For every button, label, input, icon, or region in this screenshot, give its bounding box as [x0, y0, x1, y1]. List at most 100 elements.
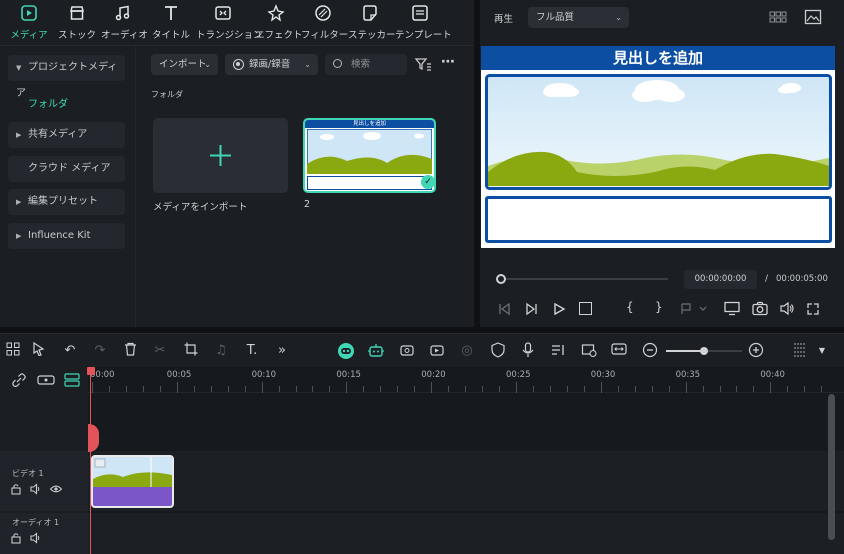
canvas-text-box[interactable]: [485, 196, 832, 243]
snapshot-frame-icon[interactable]: [580, 342, 598, 360]
sidebar-item-influence-kit[interactable]: ▶ Influence Kit: [8, 223, 125, 249]
zoom-slider-handle[interactable]: [700, 347, 708, 355]
marker-dropdown-icon[interactable]: [680, 302, 708, 316]
video-track-label: ビデオ 1: [12, 469, 44, 478]
ai-video-icon[interactable]: [428, 342, 446, 360]
layout-grid-icon[interactable]: [4, 342, 22, 360]
tab-stock[interactable]: ストック: [56, 4, 98, 44]
video-clip[interactable]: [91, 455, 174, 508]
playback-progress-track[interactable]: [500, 278, 668, 280]
lock-icon[interactable]: [10, 483, 22, 495]
tab-template[interactable]: テンプレート: [395, 4, 452, 44]
ruler-tick-mark: [651, 386, 653, 392]
zoom-out-icon[interactable]: [641, 342, 659, 360]
ai-robot-icon[interactable]: [367, 342, 385, 360]
playhead-handle[interactable]: [87, 367, 95, 375]
mark-out-icon[interactable]: }: [655, 300, 663, 314]
magnetic-track-icon[interactable]: [64, 372, 80, 388]
chevron-down-icon: ⌄: [304, 60, 311, 69]
grid-view-icon[interactable]: [769, 10, 787, 24]
timeline-vertical-scrollbar[interactable]: [828, 394, 835, 540]
record-dropdown[interactable]: 録画/録音 ⌄: [225, 54, 318, 75]
link-icon[interactable]: [11, 372, 27, 388]
next-frame-icon[interactable]: [525, 302, 539, 316]
selected-check-icon: ✓: [421, 175, 434, 189]
ruler-tick-mark: [176, 382, 178, 393]
tab-filter[interactable]: フィルター: [301, 4, 348, 44]
track-options-icon[interactable]: [791, 342, 809, 360]
text-tool-icon[interactable]: T.: [243, 342, 261, 360]
media-item-label: 2: [304, 199, 311, 210]
mark-in-icon[interactable]: {: [626, 300, 634, 314]
import-media-card[interactable]: [153, 118, 288, 193]
current-time-display[interactable]: 00:00:00:00: [684, 270, 757, 289]
zoom-slider-track[interactable]: [666, 347, 742, 355]
select-pointer-icon[interactable]: [30, 341, 48, 360]
lock-icon[interactable]: [10, 532, 22, 544]
stabilize-icon[interactable]: ◎: [458, 342, 476, 360]
quality-dropdown[interactable]: フル品質 ⌄: [528, 7, 629, 28]
media-thumbnail[interactable]: 見出しを追加 ✓: [303, 118, 436, 193]
volume-icon[interactable]: [779, 301, 795, 316]
tab-media[interactable]: メディア: [8, 4, 50, 44]
ruler-tick-label: 00:15: [336, 370, 361, 380]
camera-snapshot-icon[interactable]: [752, 301, 768, 316]
sidebar-item-folder[interactable]: フォルダ: [28, 95, 68, 110]
track-options-dropdown-icon[interactable]: ▼: [813, 342, 831, 360]
ai-audio-icon[interactable]: [398, 342, 416, 360]
image-snapshot-icon[interactable]: [804, 9, 822, 25]
fullscreen-icon[interactable]: [806, 302, 820, 316]
sidebar-item-shared-media[interactable]: ▶ 共有メディア: [8, 122, 125, 148]
speaker-icon[interactable]: [30, 483, 42, 495]
speaker-icon[interactable]: [30, 532, 42, 544]
zoom-in-icon[interactable]: [747, 342, 765, 360]
canvas-landscape-image[interactable]: [485, 74, 832, 190]
filter-sort-icon[interactable]: [414, 56, 432, 72]
fit-width-icon[interactable]: [610, 342, 628, 360]
delete-icon[interactable]: [121, 342, 139, 360]
previous-frame-icon[interactable]: [497, 302, 511, 316]
search-input[interactable]: 検索: [325, 54, 407, 75]
microphone-icon[interactable]: [519, 342, 537, 360]
ruler-tick-mark: [549, 386, 551, 392]
ai-mascot-icon[interactable]: [337, 342, 355, 360]
playhead-line[interactable]: [90, 367, 91, 554]
timeline-ruler[interactable]: 00:00 00:05 00:10 00:15 00:20 00:25 00:30 00:35…: [0, 367, 844, 393]
sidebar-item-cloud-media[interactable]: クラウド メディア: [8, 156, 125, 182]
tab-transition[interactable]: トランジション: [196, 4, 263, 44]
crop-icon[interactable]: [182, 342, 200, 360]
caret-right-icon: ▶: [16, 198, 22, 206]
redo-icon[interactable]: ↷: [91, 342, 109, 360]
eye-icon[interactable]: [49, 483, 63, 495]
tab-title[interactable]: タイトル: [150, 4, 192, 44]
caret-down-icon: ▼: [16, 64, 22, 72]
shield-mask-icon[interactable]: [489, 342, 507, 360]
more-options-icon[interactable]: ⋯: [441, 55, 459, 71]
scissors-icon[interactable]: ✂: [151, 342, 169, 360]
import-dropdown[interactable]: インポート ⌄: [151, 54, 218, 75]
ruler-tick-mark: [736, 386, 738, 392]
playback-progress-handle[interactable]: [496, 274, 506, 284]
audio-detach-icon[interactable]: ♫: [212, 342, 230, 360]
stop-icon[interactable]: [579, 302, 592, 315]
display-settings-icon[interactable]: [724, 301, 740, 316]
sidebar-item-project-media[interactable]: ▼ プロジェクトメディア: [8, 55, 125, 99]
tab-audio[interactable]: オーディオ: [101, 4, 148, 44]
media-sidebar: ▼ プロジェクトメディア フォルダ ▶ 共有メディア クラウド メディア ▶ 編集プリ…: [0, 46, 136, 327]
tab-sticker[interactable]: ステッカー: [348, 4, 396, 44]
play-icon[interactable]: [552, 302, 566, 316]
ruler-tick-label: 00:05: [166, 370, 192, 380]
canvas-title-bar[interactable]: 見出しを追加: [481, 46, 835, 70]
sidebar-item-edit-preset[interactable]: ▶ 編集プリセット: [8, 189, 125, 215]
ruler-tick-mark: [414, 386, 416, 392]
title-icon: [150, 4, 192, 24]
text-to-speech-icon[interactable]: [549, 342, 567, 360]
more-tools-icon[interactable]: »: [273, 342, 291, 360]
ruler-tick-mark: [821, 386, 823, 392]
ruler-tick-mark: [312, 386, 314, 392]
undo-icon[interactable]: ↶: [61, 342, 79, 360]
ruler-tick-mark: [448, 386, 450, 392]
auto-ripple-icon[interactable]: [37, 372, 55, 388]
tab-effect[interactable]: エフェクト: [255, 4, 303, 44]
ruler-tick-mark: [346, 382, 348, 393]
